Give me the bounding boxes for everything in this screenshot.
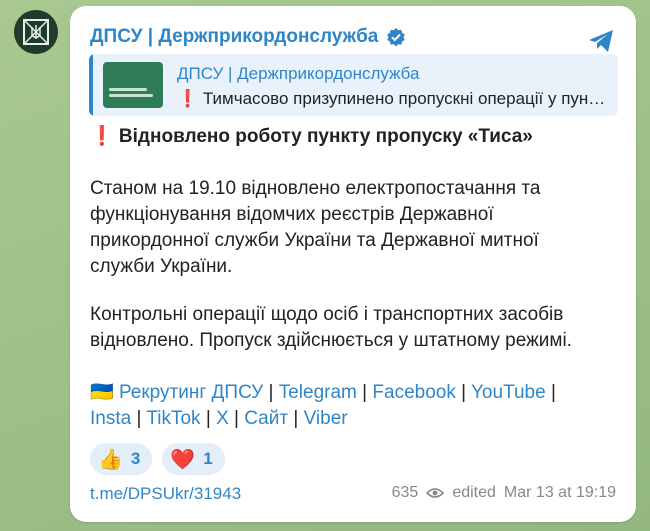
link-viber[interactable]: Viber: [304, 408, 348, 429]
message-paragraph-2: Контрольні операції щодо осіб і транспор…: [90, 304, 572, 351]
reply-accent-bar: [89, 54, 93, 116]
link-facebook[interactable]: Facebook: [372, 382, 455, 403]
message-meta: 635 edited Mar 13 at 19:19: [392, 484, 616, 502]
link-site[interactable]: Сайт: [244, 408, 288, 429]
message-paragraph-1: Станом на 19.10 відновлено електропостач…: [90, 178, 541, 277]
reply-title: ДПСУ | Держприкордонслужба: [177, 64, 420, 83]
post-link[interactable]: t.me/DPSUkr/31943: [90, 484, 241, 504]
message-title: ❗ Відновлено роботу пункту пропуску «Тис…: [90, 126, 533, 147]
ukraine-flag-icon: 🇺🇦: [90, 382, 114, 403]
reaction-heart[interactable]: ❤️ 1: [162, 443, 225, 475]
message-bubble: ДПСУ | Держприкордонслужба ДПСУ | Держпр…: [70, 6, 636, 522]
verified-check-icon: [387, 28, 406, 47]
link-insta[interactable]: Insta: [90, 408, 131, 429]
eye-icon: [426, 488, 445, 498]
reply-preview[interactable]: ДПСУ | Держприкордонслужба ❗ Тимчасово п…: [89, 54, 618, 116]
link-youtube[interactable]: YouTube: [471, 382, 546, 403]
link-telegram[interactable]: Telegram: [279, 382, 357, 403]
border-guard-emblem-icon: [23, 19, 49, 45]
channel-avatar[interactable]: [14, 10, 58, 54]
edited-label: edited: [452, 484, 496, 501]
reaction-thumbs-up[interactable]: 👍 3: [90, 443, 153, 475]
link-x[interactable]: X: [216, 408, 229, 429]
timestamp: Mar 13 at 19:19: [503, 484, 616, 501]
channel-header[interactable]: ДПСУ | Держприкордонслужба: [90, 26, 406, 48]
reaction-count: 1: [203, 449, 213, 468]
link-recruiting[interactable]: Рекрутинг ДПСУ: [119, 382, 263, 403]
view-count: 635: [391, 484, 419, 501]
link-tiktok[interactable]: TikTok: [146, 408, 200, 429]
reply-text: ❗ Тимчасово призупинено пропускні операц…: [177, 89, 606, 108]
reply-thumbnail: [103, 62, 163, 108]
reactions-bar: 👍 3 ❤️ 1: [90, 443, 225, 475]
share-telegram-icon[interactable]: [586, 26, 616, 56]
reaction-count: 3: [130, 449, 141, 468]
message-links: 🇺🇦 Рекрутинг ДПСУ | Telegram | Facebook …: [90, 382, 556, 429]
thumbs-up-icon: 👍: [98, 448, 123, 471]
heart-icon: ❤️: [170, 448, 196, 471]
channel-name[interactable]: ДПСУ | Держприкордонслужба: [90, 26, 378, 48]
